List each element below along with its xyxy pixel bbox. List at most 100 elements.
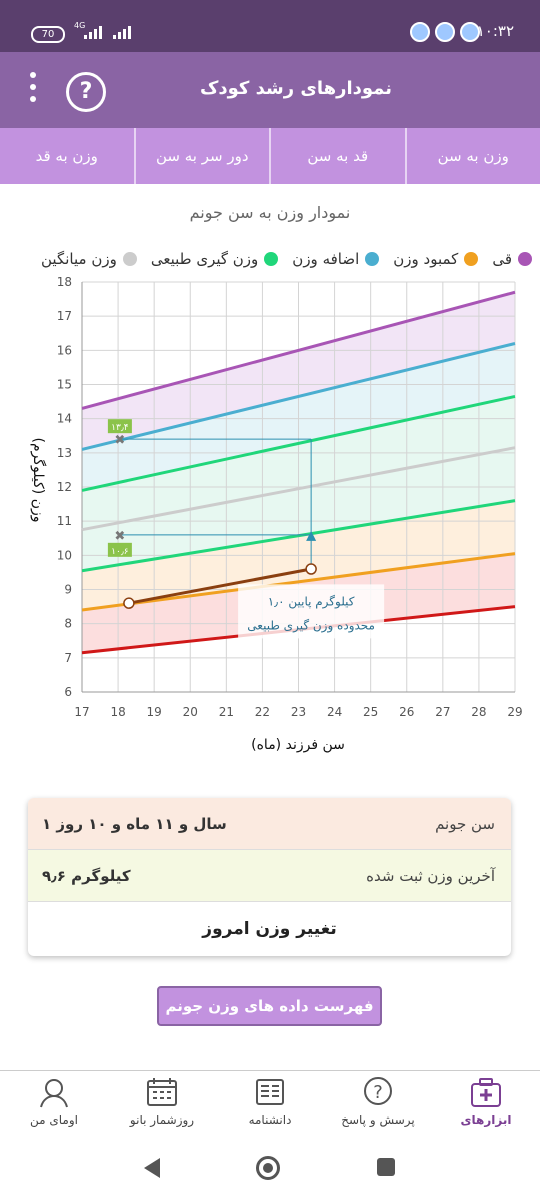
x-axis-label: سن فرزند (ماه) — [251, 737, 345, 753]
x-tick-label: 19 — [147, 705, 162, 719]
child-weight-point — [305, 563, 317, 575]
bottom-navigation: ابزارهای ? پرسش و پاسخ دانشنامه روزشمار … — [0, 1070, 540, 1143]
legend-dot — [264, 252, 279, 266]
nav-item-tools[interactable]: ابزارهای — [432, 1071, 540, 1143]
x-marker-icon: ✖ — [114, 433, 125, 448]
y-tick-label: 12 — [57, 480, 72, 494]
y-tick-label: 13 — [57, 446, 72, 460]
calendar-icon — [147, 1078, 177, 1106]
info-card: ۱ سال و ۱۱ ماه و ۱۰ روز سن جونم ۹٫۶ کیلو… — [28, 798, 511, 956]
nav-item-encyclopedia[interactable]: دانشنامه — [216, 1071, 324, 1143]
x-tick-label: 21 — [219, 705, 234, 719]
x-tick-label: 20 — [183, 705, 198, 719]
y-tick-label: 9 — [64, 583, 72, 597]
recents-icon[interactable] — [377, 1158, 395, 1176]
signal-icon — [84, 26, 102, 39]
legend-dot — [122, 252, 137, 266]
x-tick-label: 27 — [435, 705, 450, 719]
y-tick-label: 17 — [57, 309, 72, 323]
y-tick-label: 18 — [57, 275, 72, 289]
signal-icon-2 — [113, 26, 131, 39]
x-tick-label: 17 — [74, 705, 89, 719]
x-tick-label: 28 — [471, 705, 486, 719]
tab-bar: وزن به سن قد به سن دور سر به سن وزن به ق… — [0, 128, 540, 184]
back-icon[interactable] — [144, 1158, 160, 1178]
x-marker-icon: ✖ — [114, 529, 125, 544]
y-tick-label: 7 — [64, 651, 72, 665]
y-tick-label: 6 — [64, 685, 72, 699]
last-weight-label: آخرین وزن ثبت شده — [366, 866, 495, 885]
notification-icon — [410, 22, 430, 42]
nav-label: روزشمار بانو — [129, 1113, 195, 1127]
legend-dot — [518, 252, 532, 266]
x-tick-label: 25 — [363, 705, 378, 719]
marker-label: ۱۰٫۶ — [111, 547, 129, 557]
legend-item[interactable]: وزن گیری طبیعی — [150, 250, 279, 268]
x-tick-label: 23 — [291, 705, 306, 719]
legend-label: اضافه وزن — [292, 250, 360, 268]
x-tick-label: 24 — [327, 705, 342, 719]
legend-item[interactable]: قی — [492, 250, 532, 268]
x-tick-label: 22 — [255, 705, 270, 719]
x-tick-label: 18 — [110, 705, 125, 719]
profile-avatar-icon — [40, 1079, 68, 1108]
nav-item-qa[interactable]: ? پرسش و پاسخ — [324, 1071, 432, 1143]
battery-indicator: 70 — [31, 26, 65, 43]
tab-weight-for-age[interactable]: وزن به سن — [404, 128, 540, 184]
age-label: سن جونم — [435, 814, 495, 833]
notification-icon — [435, 22, 455, 42]
annotation-line-2: محدوده وزن گیری طبیعی — [247, 618, 375, 633]
y-tick-label: 8 — [64, 617, 72, 631]
child-weight-point — [123, 597, 135, 609]
y-tick-label: 11 — [57, 514, 72, 528]
last-weight-value: ۹٫۶ کیلوگرم — [42, 866, 131, 885]
tab-label: قد به سن — [307, 147, 369, 165]
question-bubble-icon: ? — [364, 1077, 392, 1105]
tab-head-circumference[interactable]: دور سر به سن — [133, 128, 270, 184]
medical-kit-icon — [471, 1078, 501, 1107]
legend-item[interactable]: وزن میانگین — [41, 250, 137, 268]
change-weight-today-button[interactable]: تغییر وزن امروز — [28, 901, 511, 956]
legend-dot — [464, 252, 479, 266]
encyclopedia-icon — [256, 1079, 284, 1105]
nav-item-profile[interactable]: اومای من — [0, 1071, 108, 1143]
page-title: نمودارهای رشد کودک — [199, 78, 392, 99]
x-tick-label: 26 — [399, 705, 414, 719]
tab-height-for-age[interactable]: قد به سن — [269, 128, 405, 184]
help-icon[interactable]: ? — [66, 72, 106, 112]
chart-title: نمودار وزن به سن جونم — [189, 203, 351, 222]
nav-item-calendar[interactable]: روزشمار بانو — [108, 1071, 216, 1143]
home-icon[interactable] — [256, 1156, 280, 1180]
legend-label: کمبود وزن — [393, 250, 459, 268]
tab-label: دور سر به سن — [155, 147, 249, 165]
age-value: ۱ سال و ۱۱ ماه و ۱۰ روز — [42, 814, 227, 833]
nav-label: اومای من — [30, 1113, 78, 1127]
svg-text:?: ? — [373, 1082, 383, 1103]
age-row: ۱ سال و ۱۱ ماه و ۱۰ روز سن جونم — [28, 798, 511, 849]
last-weight-row: ۹٫۶ کیلوگرم آخرین وزن ثبت شده — [28, 849, 511, 902]
legend-item[interactable]: اضافه وزن — [292, 250, 380, 268]
weight-data-list-button[interactable]: فهرست داده های وزن جونم — [157, 986, 382, 1026]
nav-label: ابزارهای — [460, 1113, 512, 1127]
chart-legend: قی کمبود وزن اضافه وزن وزن گیری طبیعی وز… — [10, 248, 532, 270]
legend-label: وزن گیری طبیعی — [150, 250, 259, 268]
weight-for-age-chart: 17 18 19 20 21 22 23 24 25 26 27 28 29 6 7 8 9 10 11 12 13 14… — [30, 275, 523, 753]
tab-label: وزن به سن — [437, 147, 509, 165]
legend-label: وزن میانگین — [41, 250, 117, 268]
y-tick-label: 14 — [57, 412, 72, 426]
legend-dot — [365, 252, 380, 266]
legend-item[interactable]: کمبود وزن — [393, 250, 479, 268]
clock: ۱۰:۳۲ — [476, 22, 514, 40]
y-tick-label: 10 — [57, 548, 72, 562]
nav-label: پرسش و پاسخ — [341, 1113, 415, 1127]
annotation-line-1: ۱٫۰ کیلوگرم پایین — [268, 594, 355, 609]
y-axis-label: وزن (کیلوگرم) — [30, 438, 47, 523]
nav-label: دانشنامه — [248, 1113, 292, 1127]
marker-label: ۱۳٫۴ — [111, 423, 129, 433]
y-tick-label: 16 — [57, 343, 72, 357]
tab-weight-for-height[interactable]: وزن به قد — [0, 128, 134, 184]
legend-label: قی — [492, 250, 512, 268]
tab-label: وزن به قد — [35, 147, 98, 165]
x-tick-label: 29 — [507, 705, 522, 719]
overflow-menu-icon[interactable] — [30, 72, 38, 108]
